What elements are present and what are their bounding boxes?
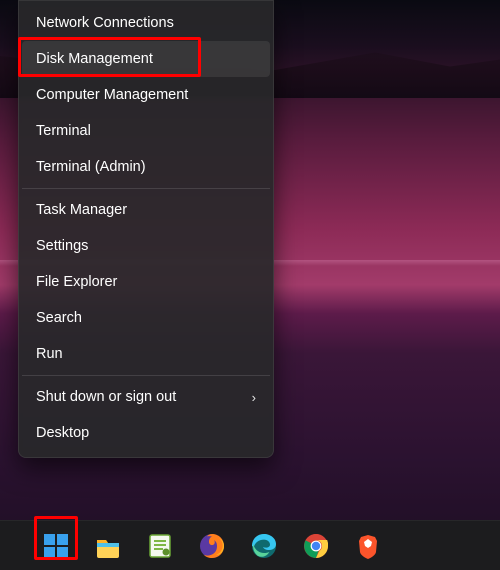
notepadpp-icon: [146, 532, 174, 560]
menu-settings[interactable]: Settings: [22, 228, 270, 264]
winx-context-menu: Network Connections Disk Management Comput…: [18, 0, 274, 458]
menu-item-label: File Explorer: [36, 274, 117, 290]
edge-icon: [250, 532, 278, 560]
start-button[interactable]: [36, 526, 76, 566]
brave-icon: [354, 532, 382, 560]
brave-button[interactable]: [348, 526, 388, 566]
menu-item-label: Settings: [36, 238, 88, 254]
menu-file-explorer[interactable]: File Explorer: [22, 264, 270, 300]
menu-terminal-admin[interactable]: Terminal (Admin): [22, 149, 270, 185]
menu-desktop[interactable]: Desktop: [22, 415, 270, 451]
file-explorer-button[interactable]: [88, 526, 128, 566]
menu-task-manager[interactable]: Task Manager: [22, 192, 270, 228]
menu-item-label: Network Connections: [36, 15, 174, 31]
menu-item-label: Computer Management: [36, 87, 188, 103]
menu-disk-management[interactable]: Disk Management: [22, 41, 270, 77]
notepadpp-button[interactable]: [140, 526, 180, 566]
menu-item-label: Terminal: [36, 123, 91, 139]
menu-item-label: Terminal (Admin): [36, 159, 146, 175]
menu-run[interactable]: Run: [22, 336, 270, 372]
edge-button[interactable]: [244, 526, 284, 566]
menu-item-label: Disk Management: [36, 51, 153, 67]
menu-computer-management[interactable]: Computer Management: [22, 77, 270, 113]
menu-item-label: Task Manager: [36, 202, 127, 218]
firefox-button[interactable]: [192, 526, 232, 566]
chrome-button[interactable]: [296, 526, 336, 566]
windows-icon: [42, 532, 70, 560]
menu-item-label: Shut down or sign out: [36, 389, 176, 405]
menu-search[interactable]: Search: [22, 300, 270, 336]
firefox-icon: [198, 532, 226, 560]
menu-network-connections[interactable]: Network Connections: [22, 5, 270, 41]
chrome-icon: [302, 532, 330, 560]
menu-separator: [22, 375, 270, 376]
menu-separator: [22, 188, 270, 189]
taskbar: [0, 520, 500, 570]
chevron-right-icon: ›: [252, 391, 256, 404]
menu-terminal[interactable]: Terminal: [22, 113, 270, 149]
file-explorer-icon: [94, 532, 122, 560]
menu-item-label: Desktop: [36, 425, 89, 441]
menu-item-label: Run: [36, 346, 63, 362]
menu-shutdown-signout[interactable]: Shut down or sign out ›: [22, 379, 270, 415]
menu-item-label: Search: [36, 310, 82, 326]
